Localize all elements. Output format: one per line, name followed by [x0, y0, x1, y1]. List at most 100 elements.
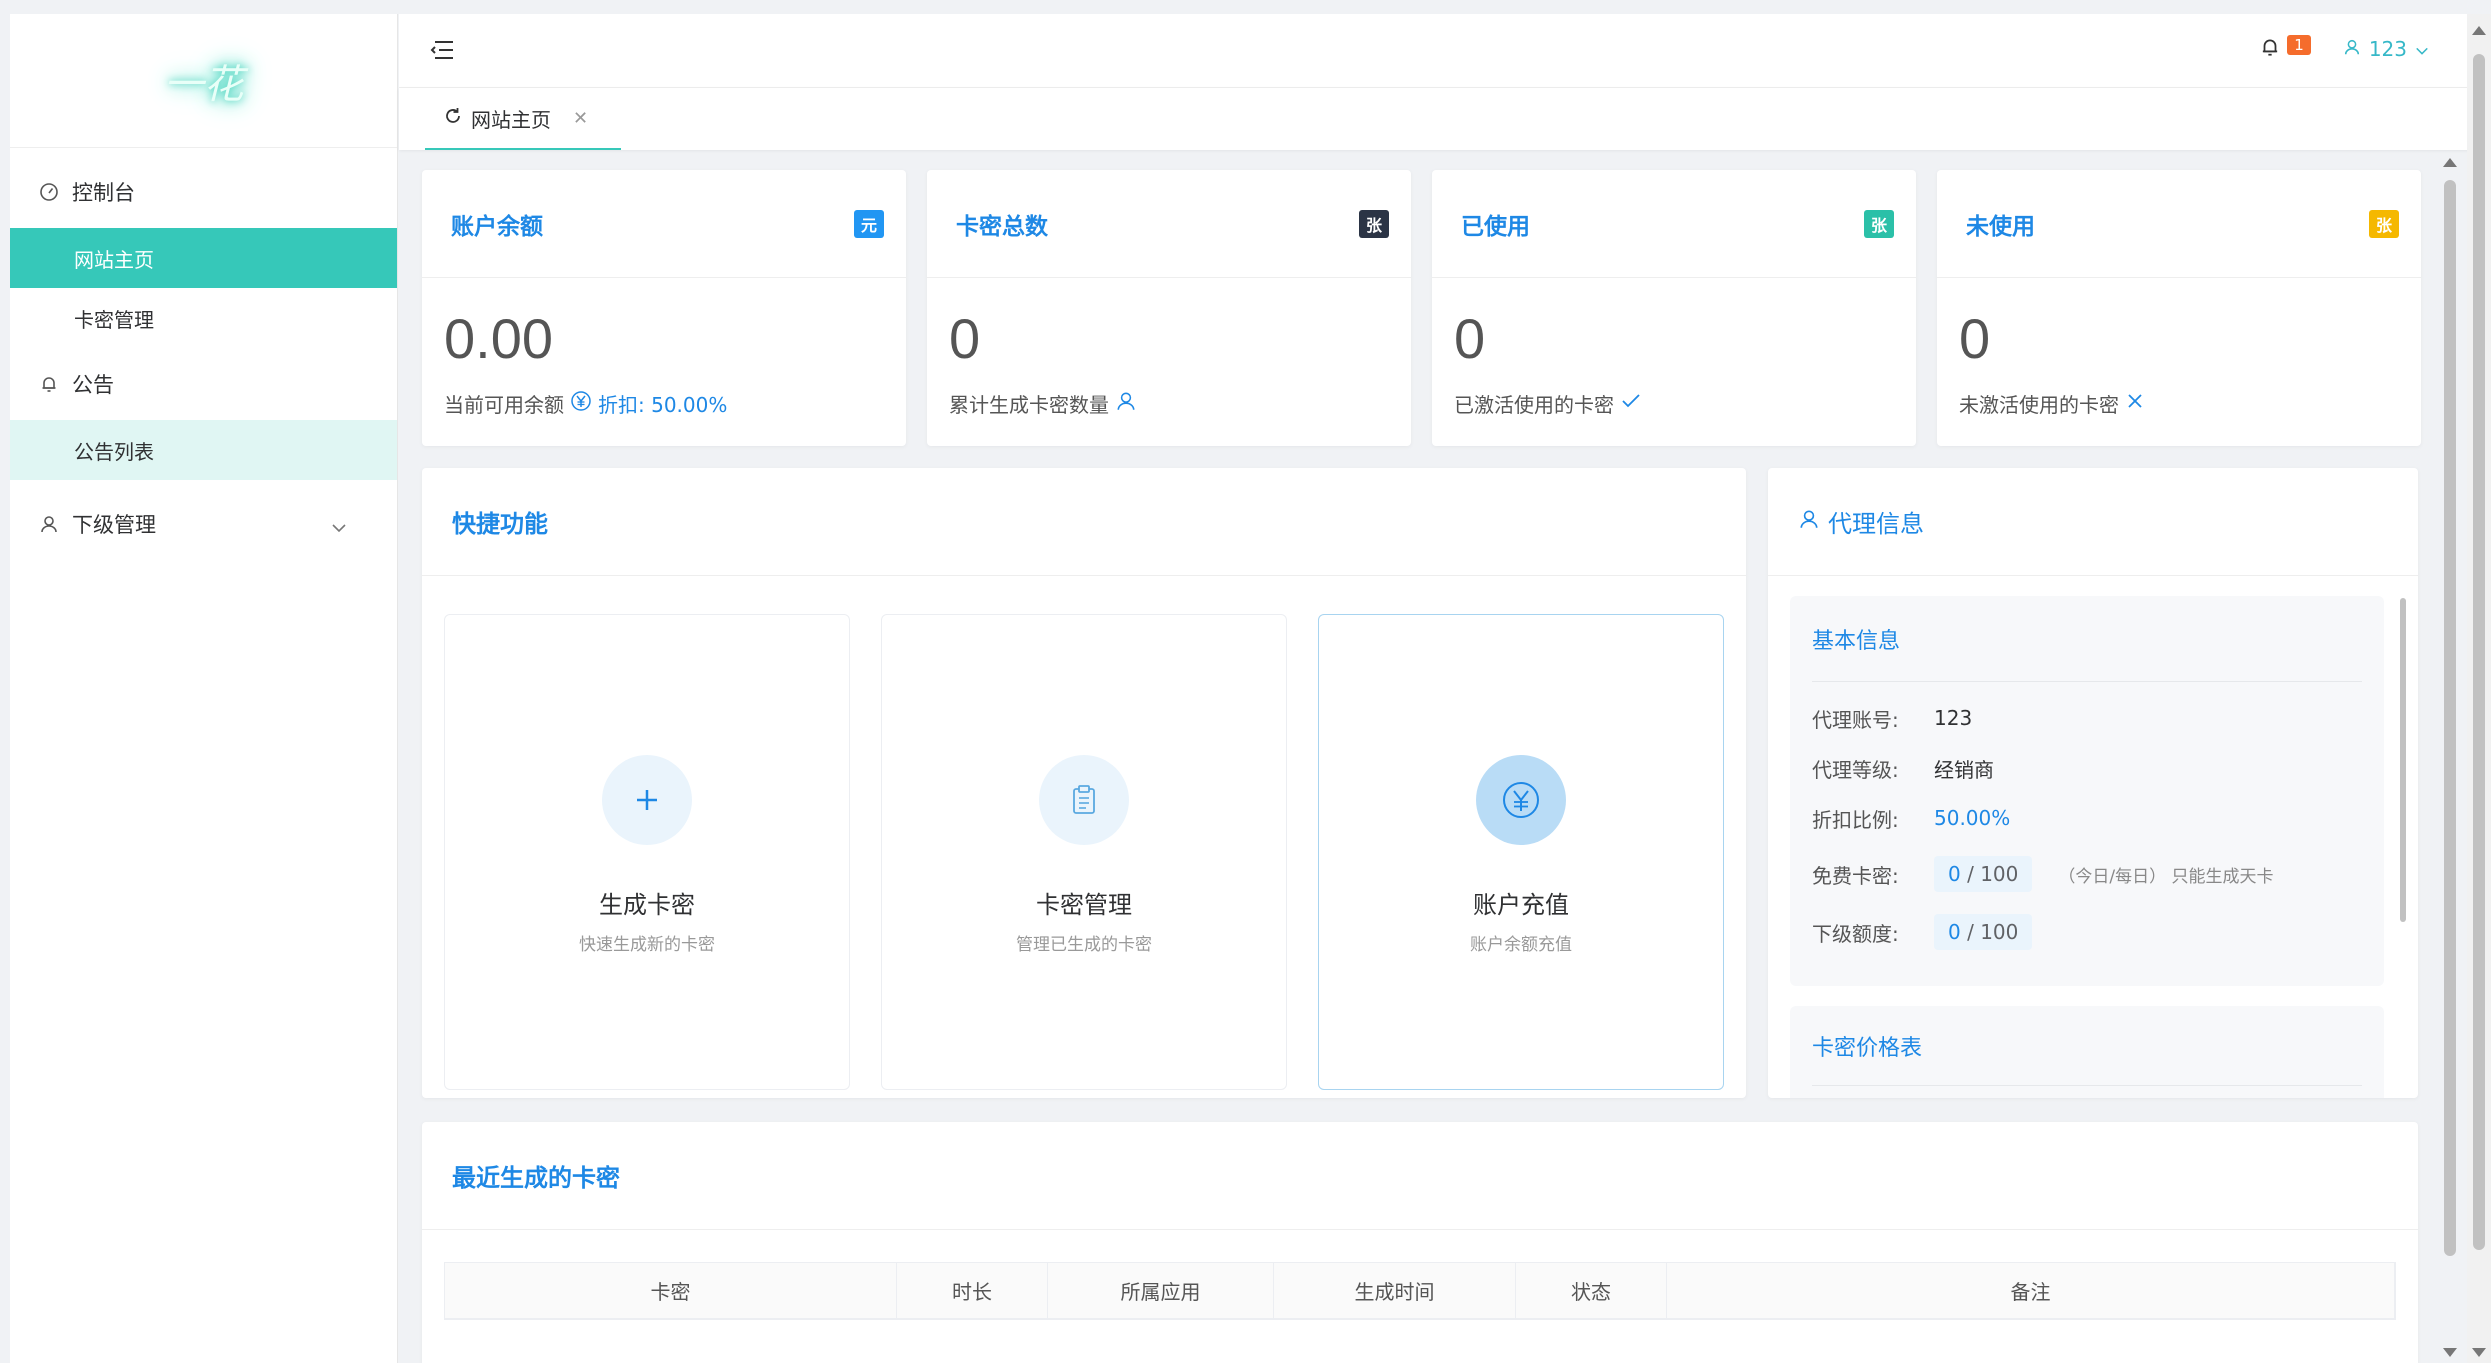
- content-scrollbar[interactable]: [2442, 152, 2458, 1363]
- stat-sub: 累计生成卡密数量: [949, 393, 1109, 417]
- column-header[interactable]: 时长: [897, 1263, 1048, 1318]
- menu-sub-manage[interactable]: 下级管理: [10, 488, 397, 560]
- stat-value: 0.00: [444, 307, 553, 370]
- sidebar-item-notice-list[interactable]: 公告列表: [10, 420, 397, 480]
- stat-tag: 张: [1358, 209, 1389, 238]
- logo-text: 一花: [163, 61, 244, 108]
- basic-info-title: 基本信息: [1812, 596, 2362, 682]
- stat-value: 0: [1959, 307, 1991, 370]
- chevron-down-icon: [2415, 37, 2429, 61]
- sidebar-item-home-label: 网站主页: [74, 247, 154, 272]
- user-icon: [38, 513, 60, 535]
- free-card-label: 免费卡密:: [1812, 863, 1899, 888]
- stat-title: 账户余额: [451, 213, 543, 240]
- menu-notice-label: 公告: [72, 373, 114, 397]
- scroll-up-arrow[interactable]: [2472, 26, 2486, 35]
- close-icon[interactable]: ✕: [573, 108, 588, 129]
- bell-icon: [38, 373, 60, 395]
- stat-value: 0: [949, 307, 981, 370]
- quick-item-name: 生成卡密: [599, 891, 695, 919]
- table-header: 卡密 时长 所属应用 生成时间 状态 备注: [445, 1263, 2395, 1319]
- recent-cards-panel: 最近生成的卡密 卡密 时长 所属应用 生成时间 状态 备注: [422, 1122, 2418, 1363]
- stat-sub: 已激活使用的卡密: [1454, 393, 1614, 417]
- free-card-quota: 0 / 100: [1934, 856, 2033, 892]
- agent-discount-value: 50.00%: [1934, 806, 2011, 830]
- user-icon: [2343, 37, 2361, 62]
- close-icon: [2125, 391, 2145, 416]
- menu-toggle-icon[interactable]: [429, 38, 455, 66]
- quick-functions-title: 快捷功能: [422, 468, 1746, 576]
- sub-quota-used: 0: [1948, 920, 1961, 944]
- scroll-thumb[interactable]: [2444, 180, 2456, 1256]
- column-header[interactable]: 状态: [1516, 1263, 1667, 1318]
- recent-cards-title: 最近生成的卡密: [422, 1122, 2418, 1230]
- sidebar: 一花 控制台 网站主页 卡密管理 公告 公告列表 下级管理: [10, 14, 398, 1363]
- stat-card-used: 已使用 张 0 已激活使用的卡密: [1432, 170, 1916, 446]
- menu-dashboard[interactable]: 控制台: [10, 156, 397, 228]
- scroll-thumb[interactable]: [2473, 54, 2485, 1250]
- agent-discount-label: 折扣比例:: [1812, 807, 1899, 832]
- user-name-label: 123: [2368, 37, 2407, 61]
- column-header[interactable]: 生成时间: [1274, 1263, 1516, 1318]
- quick-item-desc: 账户余额充值: [1470, 935, 1572, 955]
- column-header[interactable]: 卡密: [445, 1263, 897, 1318]
- column-header[interactable]: 所属应用: [1048, 1263, 1274, 1318]
- sub-quota-total: 100: [1980, 920, 2019, 944]
- clipboard-icon: [1039, 755, 1129, 845]
- quick-functions-panel: 快捷功能 生成卡密 快速生成新的卡密 卡密管理 管理已生成的卡密 账户充值 账户…: [422, 468, 1746, 1098]
- agent-level-label: 代理等级:: [1812, 757, 1899, 782]
- stat-card-balance: 账户余额 元 0.00 当前可用余额 折扣: 50.00%: [422, 170, 906, 446]
- scroll-up-arrow[interactable]: [2443, 158, 2457, 167]
- basic-info-section: 基本信息 代理账号: 123 代理等级: 经销商 折扣比例: 50.00% 免费…: [1790, 596, 2384, 986]
- logo[interactable]: 一花: [10, 14, 397, 148]
- free-card-used: 0: [1948, 862, 1961, 886]
- stat-card-unused: 未使用 张 0 未激活使用的卡密: [1937, 170, 2421, 446]
- stat-card-total: 卡密总数 张 0 累计生成卡密数量: [927, 170, 1411, 446]
- stat-sub: 当前可用余额: [444, 393, 564, 417]
- quick-card-manage[interactable]: 卡密管理 管理已生成的卡密: [881, 614, 1287, 1090]
- column-header[interactable]: 备注: [1667, 1263, 2395, 1318]
- quick-item-desc: 管理已生成的卡密: [1016, 935, 1152, 955]
- tab-bar: 网站主页 ✕: [399, 88, 2471, 150]
- quick-item-desc: 快速生成新的卡密: [579, 935, 715, 955]
- sidebar-item-card-manage[interactable]: 卡密管理: [10, 288, 397, 348]
- scroll-down-arrow[interactable]: [2472, 1348, 2486, 1357]
- agent-user-icon: [1798, 508, 1820, 536]
- user-menu[interactable]: 123: [2343, 37, 2429, 62]
- agent-scrollbar[interactable]: [2400, 598, 2406, 922]
- menu-dashboard-label: 控制台: [72, 181, 135, 205]
- free-card-hint: （今日/每日） 只能生成天卡: [2058, 866, 2274, 887]
- stat-title: 未使用: [1966, 213, 2035, 240]
- sidebar-item-notice-list-label: 公告列表: [74, 439, 154, 464]
- stat-discount: 折扣: 50.00%: [598, 393, 728, 417]
- recent-cards-table: 卡密 时长 所属应用 生成时间 状态 备注: [444, 1262, 2396, 1320]
- top-header: 1 123: [399, 14, 2471, 88]
- agent-account-value: 123: [1934, 706, 1973, 730]
- quick-generate-card[interactable]: 生成卡密 快速生成新的卡密: [444, 614, 850, 1090]
- price-table-title: 卡密价格表: [1812, 1006, 2362, 1086]
- plus-icon: [602, 755, 692, 845]
- check-icon: [1620, 391, 1642, 416]
- refresh-icon[interactable]: [443, 106, 463, 131]
- notification-button[interactable]: 1: [2259, 35, 2311, 62]
- stat-sub: 未激活使用的卡密: [1959, 393, 2119, 417]
- quick-recharge[interactable]: 账户充值 账户余额充值: [1318, 614, 1724, 1090]
- price-table-section: 卡密价格表: [1790, 1006, 2384, 1098]
- menu-notice[interactable]: 公告: [10, 348, 397, 420]
- notification-bell-icon: [2259, 36, 2281, 62]
- page-scrollbar[interactable]: [2467, 14, 2491, 1363]
- tab-home[interactable]: 网站主页 ✕: [425, 88, 621, 150]
- yen-icon: [570, 390, 592, 417]
- dashboard-icon: [38, 181, 60, 203]
- stat-title: 已使用: [1461, 213, 1530, 240]
- user-icon: [1115, 390, 1137, 417]
- scroll-down-arrow[interactable]: [2443, 1348, 2457, 1357]
- stat-tag: 张: [1863, 209, 1894, 238]
- stat-tag: 张: [2368, 209, 2399, 238]
- sidebar-item-home[interactable]: 网站主页: [10, 228, 397, 288]
- chevron-down-icon: [331, 514, 347, 538]
- free-card-total: 100: [1980, 862, 2019, 886]
- agent-level-value: 经销商: [1934, 757, 1994, 782]
- tab-home-label: 网站主页: [471, 107, 551, 132]
- stat-tag: 元: [853, 209, 884, 238]
